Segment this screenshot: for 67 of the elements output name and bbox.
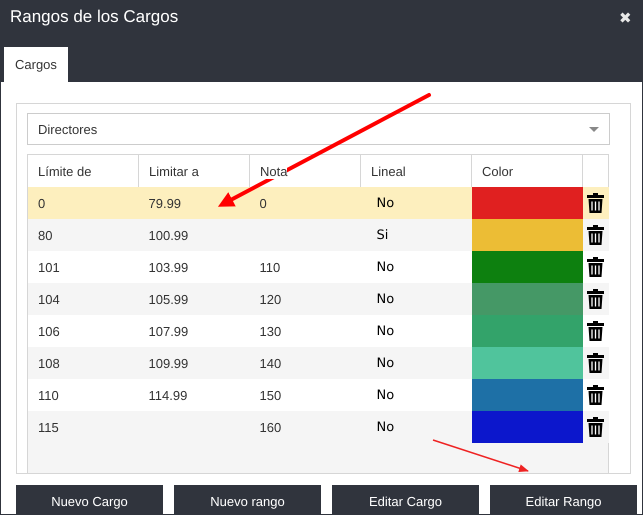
- action-button[interactable]: Editar Rango: [490, 485, 637, 514]
- column-header: Limitar a: [149, 164, 199, 178]
- table-row[interactable]: 108 109.99 140 No: [28, 347, 609, 379]
- table-cell: No: [376, 420, 394, 434]
- table-row[interactable]: 80 100.99 Si: [28, 219, 609, 251]
- table-cell: 107.99: [148, 324, 188, 338]
- table-cell: 105.99: [148, 292, 188, 306]
- table-cell: 0: [260, 196, 267, 210]
- column-header: Color: [482, 164, 514, 178]
- table-row[interactable]: 104 105.99 120 No: [28, 283, 609, 315]
- action-button[interactable]: Nuevo rango: [174, 485, 321, 514]
- table-cell: No: [376, 260, 394, 274]
- delete-button[interactable]: [582, 187, 609, 219]
- table-cell: 130: [260, 324, 282, 338]
- trash-icon: [586, 289, 604, 309]
- table-row[interactable]: 110 114.99 150 No: [28, 379, 609, 411]
- delete-button[interactable]: [582, 379, 609, 411]
- table-cell: 114.99: [148, 388, 188, 402]
- table-cell: 150: [260, 388, 282, 402]
- action-button[interactable]: Editar Cargo: [332, 485, 479, 514]
- trash-icon: [586, 417, 604, 437]
- table-cell: 0: [38, 196, 46, 210]
- trash-icon: [586, 385, 604, 405]
- delete-button[interactable]: [582, 347, 609, 379]
- table-cell: 106: [38, 324, 60, 338]
- trash-icon: [586, 353, 604, 373]
- delete-button[interactable]: [582, 411, 609, 443]
- table-cell: 115: [38, 420, 59, 434]
- table-cell: Si: [376, 228, 388, 242]
- trash-icon: [586, 193, 604, 213]
- close-icon[interactable]: ✖: [619, 9, 632, 27]
- table-cell: 100.99: [148, 228, 188, 242]
- trash-icon: [586, 225, 604, 245]
- table-cell: 109.99: [148, 356, 188, 370]
- table-row[interactable]: 0 79.99 0 No: [28, 187, 609, 219]
- trash-icon: [586, 321, 604, 341]
- table-row[interactable]: 101 103.99 110 No: [28, 251, 609, 283]
- table-cell: 103.99: [148, 260, 188, 274]
- table-cell: 101: [38, 260, 60, 274]
- table-row[interactable]: 115 160 No: [28, 411, 609, 443]
- delete-button[interactable]: [582, 219, 609, 251]
- caret-icon: [589, 126, 599, 132]
- tab[interactable]: Cargos: [4, 47, 68, 82]
- table-cell: 108: [38, 356, 60, 370]
- table-cell: No: [376, 196, 394, 210]
- column-header: Lineal: [371, 164, 406, 178]
- table-row[interactable]: 106 107.99 130 No: [28, 315, 609, 347]
- window-title: Rangos de los Cargos: [10, 7, 178, 27]
- table-cell: 110: [260, 260, 280, 274]
- column-header: Límite de: [38, 164, 92, 178]
- table-cell: No: [376, 356, 394, 370]
- action-button[interactable]: Nuevo Cargo: [16, 485, 163, 514]
- table-cell: 80: [38, 228, 52, 242]
- table-cell: 104: [38, 292, 60, 306]
- delete-button[interactable]: [582, 283, 609, 315]
- delete-button[interactable]: [582, 251, 609, 283]
- table-cell: 140: [260, 356, 282, 370]
- table-cell: 160: [260, 420, 282, 434]
- table-cell: 110: [38, 388, 59, 402]
- dropdown[interactable]: Directores: [27, 113, 610, 145]
- table-cell: No: [376, 388, 394, 402]
- delete-button[interactable]: [582, 315, 609, 347]
- trash-icon: [586, 257, 604, 277]
- table-cell: 79.99: [148, 196, 182, 210]
- table-cell: No: [376, 292, 394, 306]
- table-cell: 120: [260, 292, 282, 306]
- table-cell: No: [376, 324, 394, 338]
